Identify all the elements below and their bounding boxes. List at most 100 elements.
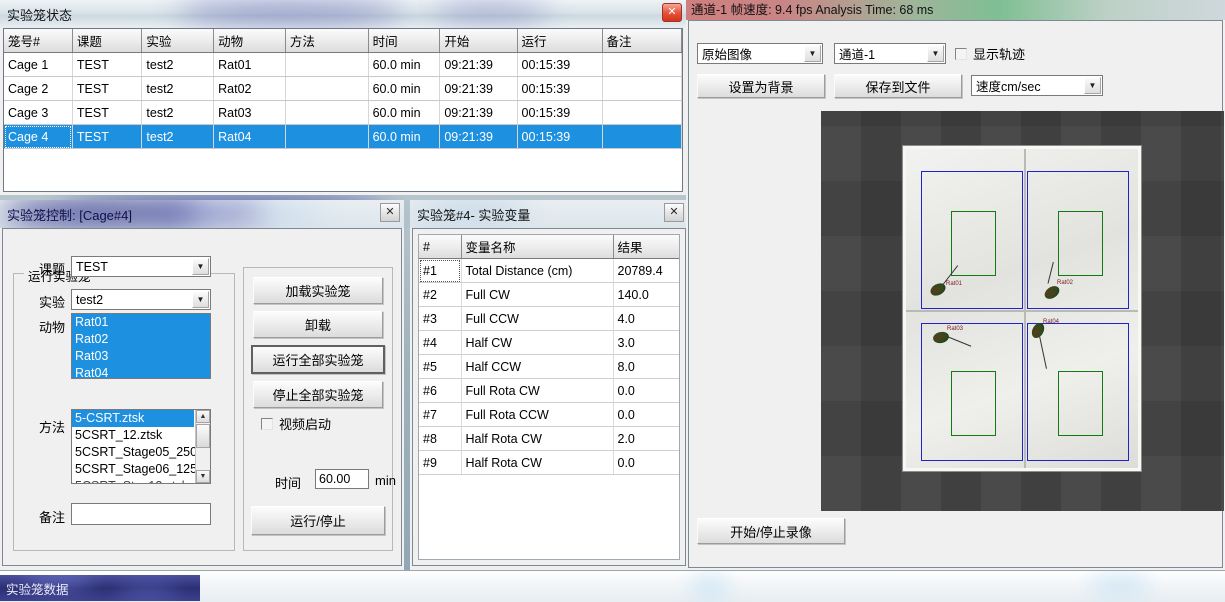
method-listbox[interactable]: 5-CSRT.ztsk 5CSRT_12.ztsk 5CSRT_Stage05_… <box>71 409 211 484</box>
subject-combo[interactable]: TEST ▼ <box>71 256 211 277</box>
scroll-up-icon[interactable]: ▲ <box>196 410 210 423</box>
cell-method <box>285 124 369 149</box>
chevron-down-icon[interactable]: ▼ <box>804 45 821 62</box>
table-row[interactable]: Cage 1 TEST test2 Rat01 60.0 min 09:21:3… <box>4 52 682 77</box>
table-row[interactable]: #9 Half Rota CW 0.0 <box>419 450 679 475</box>
list-item[interactable]: 5CSRT_Stan12.ztsk <box>72 478 210 483</box>
chevron-down-icon[interactable]: ▼ <box>192 258 209 275</box>
table-row[interactable]: #8 Half Rota CW 2.0 <box>419 426 679 451</box>
close-icon[interactable]: ✕ <box>662 3 682 22</box>
checkbox-box[interactable] <box>955 47 967 60</box>
col-note[interactable]: 备注 <box>602 29 682 53</box>
cell-result: 140.0 <box>613 282 679 307</box>
col-elapsed[interactable]: 运行 <box>517 29 603 53</box>
cell-varname: Half Rota CW <box>461 450 614 475</box>
list-item[interactable]: 5CSRT_Stage06_1250ms. <box>72 461 210 478</box>
table-row[interactable]: #1 Total Distance (cm) 20789.4 <box>419 258 679 283</box>
table-row[interactable]: #4 Half CW 3.0 <box>419 330 679 355</box>
col-varname[interactable]: 变量名称 <box>461 235 614 259</box>
chevron-down-icon[interactable]: ▼ <box>1084 77 1101 94</box>
cell-varname: Half Rota CW <box>461 426 614 451</box>
col-duration[interactable]: 时间 <box>368 29 441 53</box>
cage-status-title: 实验笼状态 <box>7 7 73 23</box>
col-subject[interactable]: 课题 <box>72 29 143 53</box>
cell-method <box>285 52 369 77</box>
col-index[interactable]: # <box>419 235 462 259</box>
time-input[interactable]: 60.00 <box>315 469 369 489</box>
table-row[interactable]: #2 Full CW 140.0 <box>419 282 679 307</box>
scroll-down-icon[interactable]: ▼ <box>196 470 210 483</box>
arena-divider-horizontal <box>906 310 1138 312</box>
col-start[interactable]: 开始 <box>439 29 518 53</box>
cage-data-window-titlebar[interactable]: 实验笼数据 <box>0 575 200 601</box>
image-source-combo[interactable]: 原始图像 ▼ <box>697 43 823 64</box>
list-item[interactable]: Rat02 <box>72 331 210 348</box>
cell-index: #1 <box>419 258 462 283</box>
list-item[interactable]: Rat03 <box>72 348 210 365</box>
col-animal[interactable]: 动物 <box>213 29 286 53</box>
cell-experiment: test2 <box>141 52 215 77</box>
run-stop-button[interactable]: 运行/停止 <box>251 506 385 535</box>
cell-cage: Cage 4 <box>4 124 73 149</box>
checkbox-box[interactable] <box>261 417 273 430</box>
table-row[interactable]: #3 Full CCW 4.0 <box>419 306 679 331</box>
save-to-file-button[interactable]: 保存到文件 <box>834 74 962 98</box>
experiment-combo[interactable]: test2 ▼ <box>71 289 211 310</box>
cell-subject: TEST <box>72 76 143 101</box>
load-cage-button[interactable]: 加载实验笼 <box>253 277 383 304</box>
video-titlebar[interactable]: 通道-1 帧速度: 9.4 fps Analysis Time: 68 ms <box>686 0 1225 20</box>
col-result[interactable]: 结果 <box>613 235 679 259</box>
record-toggle-button[interactable]: 开始/停止录像 <box>697 518 845 544</box>
list-item[interactable]: Rat01 <box>72 314 210 331</box>
video-canvas[interactable]: Rat01 Rat02 Rat03 Rat04 <box>821 111 1224 511</box>
close-icon[interactable]: ✕ <box>380 203 400 222</box>
col-cage[interactable]: 笼号# <box>4 29 73 53</box>
cell-cage: Cage 2 <box>4 76 73 101</box>
scrollbar-thumb[interactable] <box>196 424 210 448</box>
cage-status-titlebar[interactable]: 实验笼状态 ✕ <box>0 0 686 28</box>
list-item[interactable]: 5CSRT_Stage05_2500ms. <box>72 444 210 461</box>
variables-titlebar[interactable]: 实验笼#4- 实验变量 ✕ <box>410 200 688 228</box>
video-start-label: 视频启动 <box>279 417 332 432</box>
chevron-down-icon[interactable]: ▼ <box>927 45 944 62</box>
object-roi-4 <box>1058 371 1103 436</box>
video-start-checkbox[interactable]: 视频启动 <box>261 414 331 433</box>
unload-button[interactable]: 卸载 <box>253 311 383 338</box>
animal-listbox[interactable]: Rat01 Rat02 Rat03 Rat04 <box>71 313 211 379</box>
list-item[interactable]: 5-CSRT.ztsk <box>72 410 194 427</box>
method-scrollbar[interactable]: ▲ ▼ <box>195 410 210 483</box>
speed-unit-combo[interactable]: 速度cm/sec ▼ <box>971 75 1103 96</box>
list-item[interactable]: Rat04 <box>72 365 210 378</box>
cage-control-titlebar[interactable]: 实验笼控制: [Cage#4] ✕ <box>0 200 404 228</box>
stop-all-cages-button[interactable]: 停止全部实验笼 <box>253 381 383 408</box>
table-row[interactable]: Cage 2 TEST test2 Rat02 60.0 min 09:21:3… <box>4 76 682 101</box>
cell-varname: Full CCW <box>461 306 614 331</box>
col-experiment[interactable]: 实验 <box>141 29 215 53</box>
variables-table-wrap: # 变量名称 结果 #1 Total Distance (cm) 20789.4… <box>418 234 680 560</box>
note-input[interactable] <box>71 503 211 525</box>
list-item[interactable]: 5CSRT_12.ztsk <box>72 427 210 444</box>
channel-combo[interactable]: 通道-1 ▼ <box>834 43 946 64</box>
cell-cage: Cage 1 <box>4 52 73 77</box>
table-row[interactable]: Cage 3 TEST test2 Rat03 60.0 min 09:21:3… <box>4 100 682 125</box>
show-track-checkbox[interactable]: 显示轨迹 <box>955 44 1025 63</box>
variables-window: 实验笼#4- 实验变量 ✕ # 变量名称 结果 #1 Total Distanc… <box>410 200 688 570</box>
cell-animal: Rat01 <box>213 52 286 77</box>
cell-note <box>602 52 682 77</box>
close-icon[interactable]: ✕ <box>664 203 684 222</box>
channel-value: 通道-1 <box>839 48 876 62</box>
run-all-cages-button[interactable]: 运行全部实验笼 <box>251 345 385 374</box>
note-label: 备注 <box>38 510 65 525</box>
table-row[interactable]: #5 Half CCW 8.0 <box>419 354 679 379</box>
table-row-selected[interactable]: Cage 4 TEST test2 Rat04 60.0 min 09:21:3… <box>4 124 682 149</box>
col-method[interactable]: 方法 <box>285 29 369 53</box>
cell-varname: Full CW <box>461 282 614 307</box>
set-background-button[interactable]: 设置为背景 <box>697 74 825 98</box>
object-roi-3 <box>951 371 996 436</box>
cell-note <box>602 124 682 149</box>
video-title: 通道-1 帧速度: 9.4 fps Analysis Time: 68 ms <box>691 3 934 17</box>
rat-label: Rat01 <box>946 281 963 287</box>
chevron-down-icon[interactable]: ▼ <box>192 291 209 308</box>
table-row[interactable]: #6 Full Rota CW 0.0 <box>419 378 679 403</box>
table-row[interactable]: #7 Full Rota CCW 0.0 <box>419 402 679 427</box>
